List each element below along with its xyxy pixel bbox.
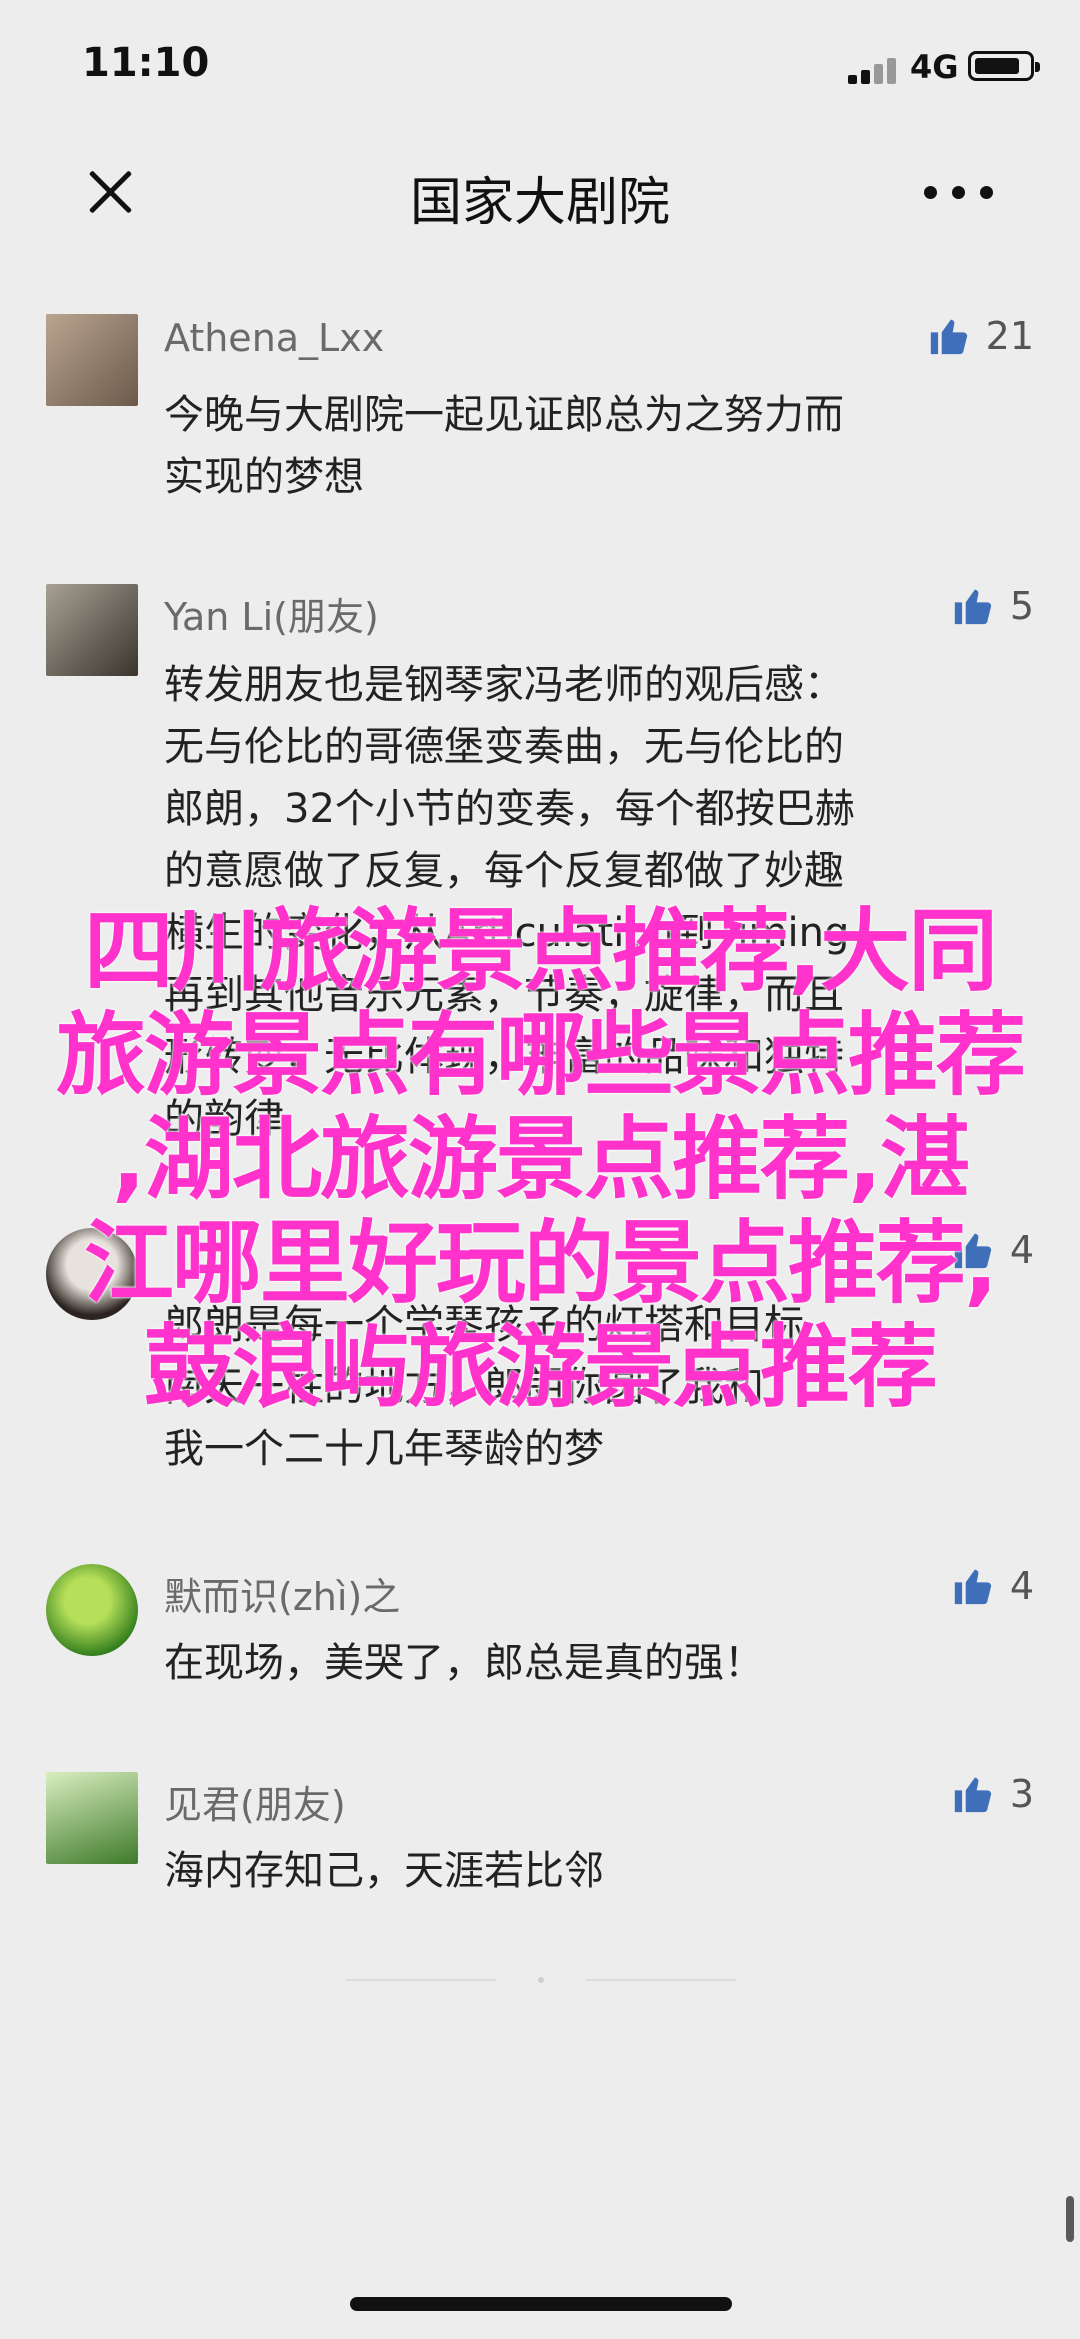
avatar[interactable]: [46, 1772, 138, 1864]
like-count: 3: [1009, 1772, 1034, 1816]
overlay-text: 四川旅游景点推荐,大同 旅游景点有哪些景点推荐 ,湖北旅游景点推荐,湛 江哪里好…: [56, 899, 1026, 1420]
thumbs-up-icon: [930, 319, 967, 355]
avatar[interactable]: [46, 584, 138, 676]
page-title: 国家大剧院: [409, 173, 670, 233]
like-button[interactable]: 21: [926, 314, 1034, 358]
end-dot: [538, 1977, 544, 1983]
comment-text: 在现场，美哭了，郎总是真的强！: [164, 1640, 764, 1686]
comment-text: 今晚与大剧院一起见证郎总为之努力而 实现的梦想: [164, 392, 844, 500]
like-count: 5: [1009, 584, 1034, 628]
comment-author[interactable]: 见君(朋友): [164, 1774, 346, 1829]
home-indicator[interactable]: [350, 2297, 732, 2311]
like-count: 21: [985, 314, 1034, 358]
thumbs-up-icon: [954, 589, 991, 625]
divider: [586, 1979, 736, 1981]
status-time: 11:10: [82, 40, 210, 86]
like-button[interactable]: 3: [950, 1772, 1034, 1816]
network-label: 4G: [910, 48, 959, 86]
signal-icon: [848, 58, 900, 84]
comment-author[interactable]: Athena_Lxx: [164, 316, 384, 360]
divider: [346, 1979, 496, 1981]
thumbs-up-icon: [954, 1777, 991, 1813]
like-button[interactable]: 4: [950, 1564, 1034, 1608]
thumbs-up-icon: [954, 1569, 991, 1605]
status-bar: 11:10 4G: [0, 0, 1080, 130]
avatar[interactable]: [46, 1564, 138, 1656]
scrollbar[interactable]: [1066, 2196, 1074, 2242]
like-count: 4: [1009, 1564, 1034, 1608]
like-button[interactable]: 5: [950, 584, 1034, 628]
avatar[interactable]: [46, 314, 138, 406]
more-icon[interactable]: [924, 182, 994, 202]
comment-text: 海内存知己，天涯若比邻: [164, 1848, 604, 1894]
battery-icon: [968, 51, 1040, 81]
comment-author[interactable]: Yan Li(朋友): [164, 586, 379, 641]
comment-author[interactable]: 默而识(zhì)之: [164, 1566, 400, 1621]
nav-bar: 国家大剧院: [0, 130, 1080, 254]
